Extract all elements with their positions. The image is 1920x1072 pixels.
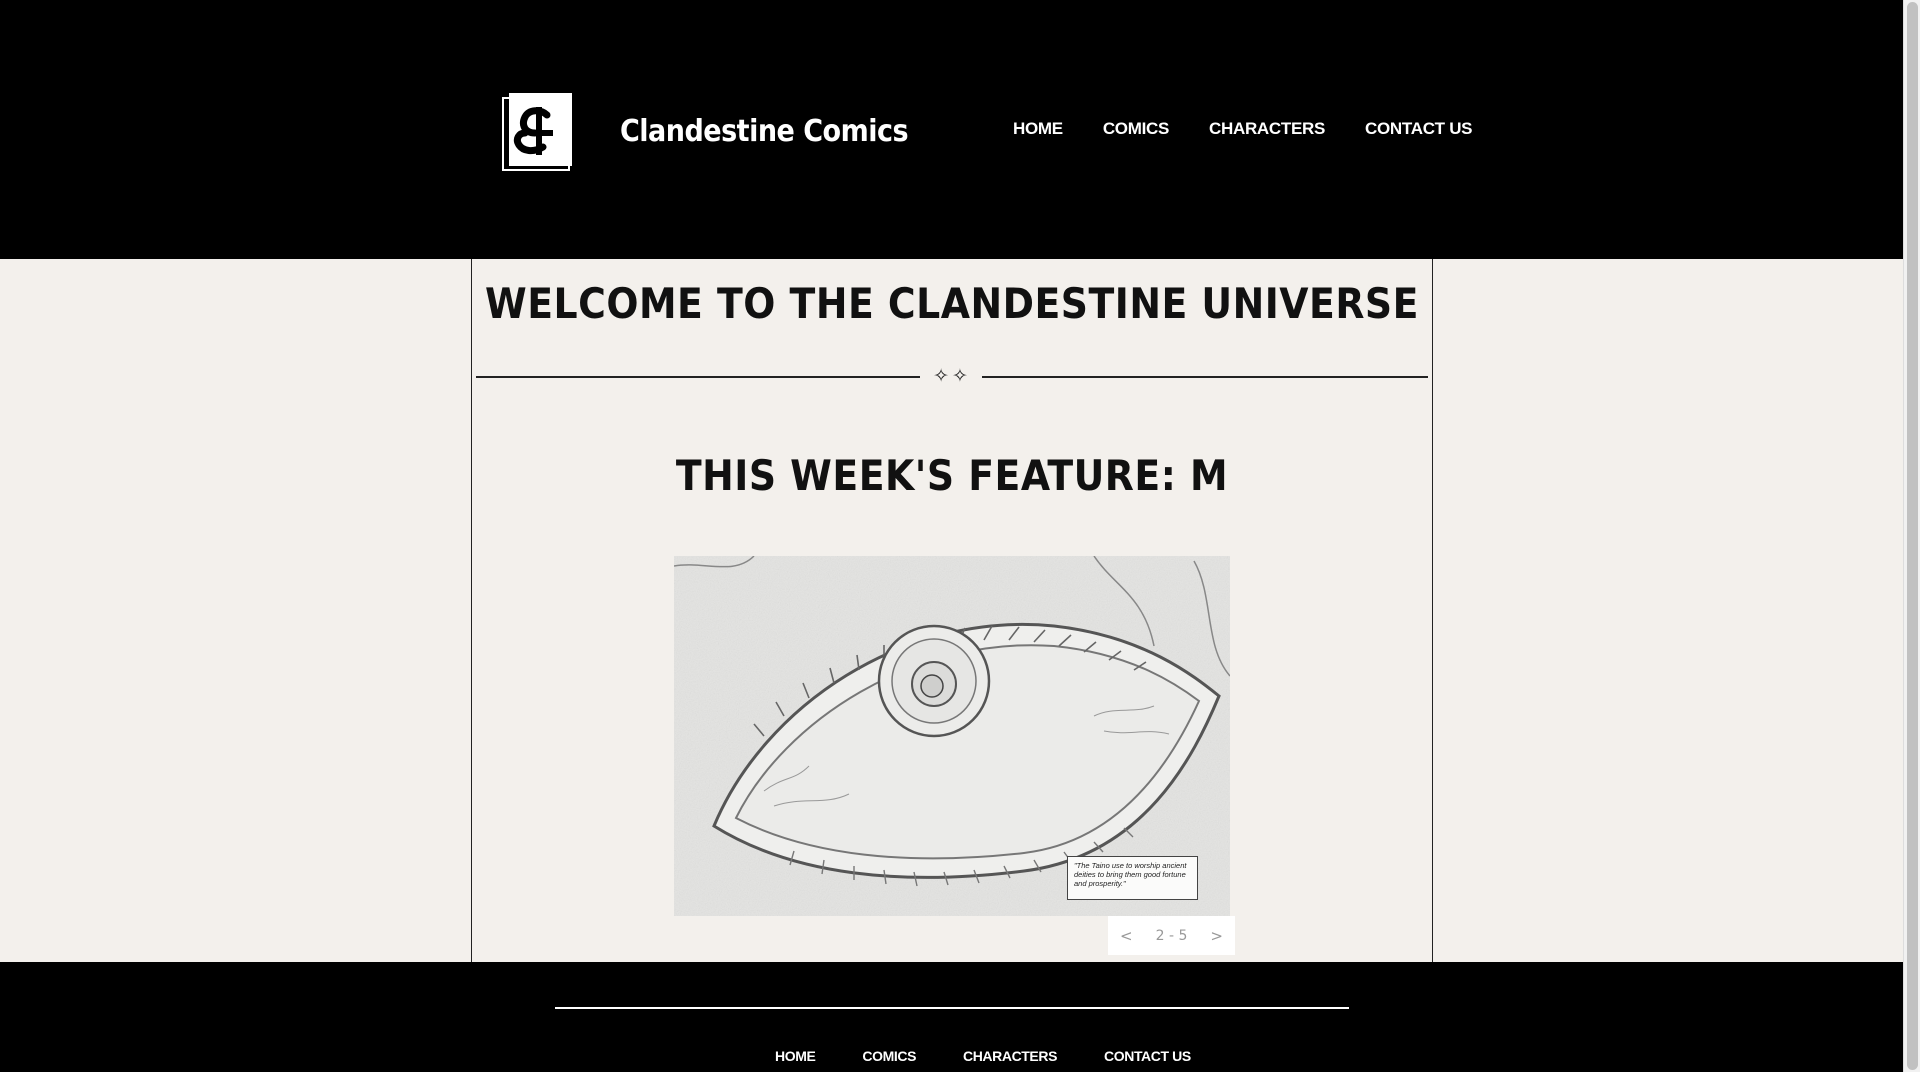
- divider-line-right: [982, 376, 1428, 378]
- divider-line-left: [476, 376, 920, 378]
- nav-home-link[interactable]: HOME: [1013, 119, 1063, 139]
- star-ornament-icon: ✧✧: [933, 365, 971, 387]
- footer-characters-link[interactable]: CHARACTERS: [963, 1048, 1057, 1064]
- main-nav: HOME COMICS CHARACTERS CONTACT US: [1013, 119, 1512, 139]
- nav-characters-link[interactable]: CHARACTERS: [1209, 119, 1325, 139]
- footer-nav: HOME COMICS CHARACTERS CONTACT US: [775, 1048, 1238, 1064]
- footer-contact-link[interactable]: CONTACT US: [1104, 1048, 1191, 1064]
- site-title[interactable]: Clandestine Comics: [620, 114, 909, 149]
- next-slide-button[interactable]: >: [1210, 927, 1223, 945]
- nav-comics-link[interactable]: COMICS: [1103, 119, 1170, 139]
- slide-counter: 2 - 5: [1155, 927, 1188, 944]
- footer-comics-link[interactable]: COMICS: [862, 1048, 916, 1064]
- footer-divider: [555, 1007, 1349, 1009]
- feature-heading: THIS WEEK'S FEATURE: M: [675, 451, 1229, 500]
- nav-contact-link[interactable]: CONTACT US: [1365, 119, 1472, 139]
- scrollbar-thumb[interactable]: [1907, 2, 1918, 1070]
- page-scrollbar[interactable]: [1903, 0, 1920, 1072]
- welcome-heading: WELCOME TO THE CLANDESTINE UNIVERSE: [485, 279, 1419, 328]
- site-footer: HOME COMICS CHARACTERS CONTACT US: [0, 962, 1903, 1072]
- comic-slide-image[interactable]: "The Taino use to worship ancient deitie…: [674, 556, 1230, 916]
- comic-caption: "The Taino use to worship ancient deitie…: [1067, 856, 1198, 900]
- site-header: Clandestine Comics HOME COMICS CHARACTER…: [0, 0, 1903, 259]
- slideshow-pager: < 2 - 5 >: [1108, 916, 1235, 955]
- clandestine-logo-icon[interactable]: [501, 93, 572, 171]
- prev-slide-button[interactable]: <: [1120, 927, 1133, 945]
- footer-home-link[interactable]: HOME: [775, 1048, 816, 1064]
